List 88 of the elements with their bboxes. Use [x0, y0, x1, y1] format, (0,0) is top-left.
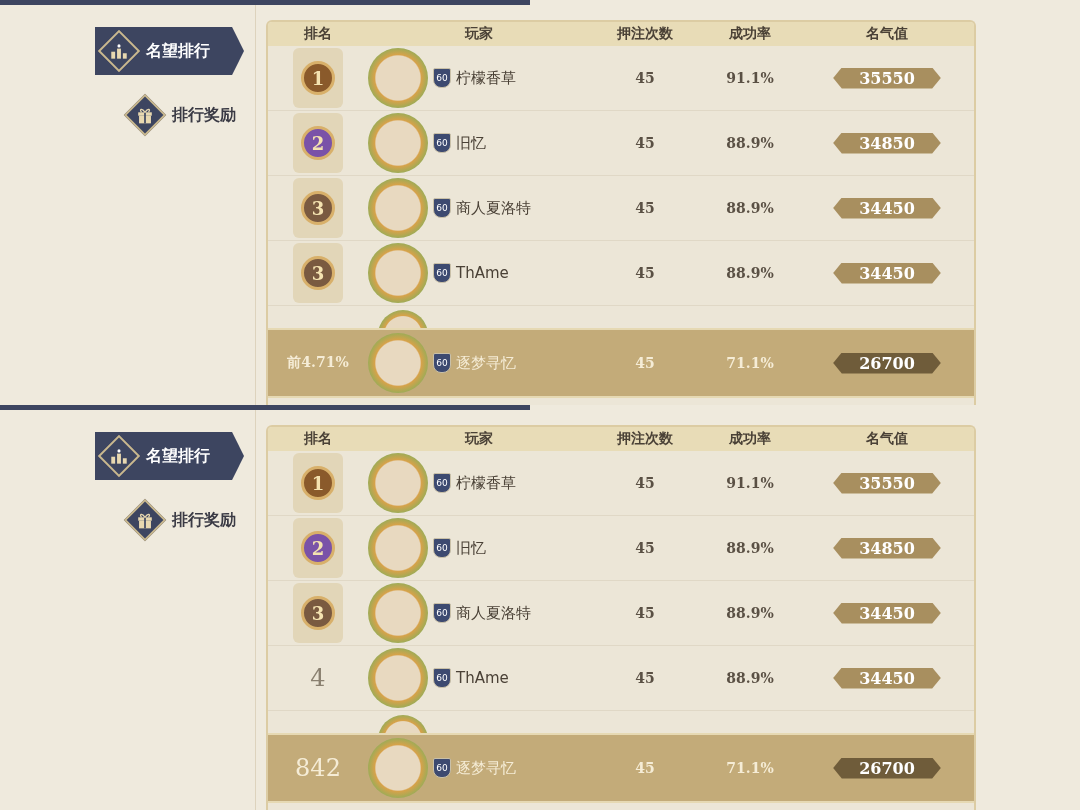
podium-icon [110, 447, 128, 465]
column-header: 名气值 [865, 25, 909, 43]
player-name: ThAme [456, 669, 509, 687]
column-header: 押注次数 [616, 430, 674, 448]
success-rate: 88.9% [726, 670, 774, 686]
bet-count: 45 [635, 605, 655, 621]
column-header: 押注次数 [616, 25, 674, 43]
success-rate: 88.9% [726, 200, 774, 216]
bet-count: 45 [635, 200, 655, 216]
success-rate: 88.9% [726, 265, 774, 281]
rank-medal: 3 [301, 256, 335, 290]
level-badge: 60 [433, 133, 451, 153]
nav-tab[interactable]: 排行奖励 [121, 496, 254, 544]
level-badge: 60 [433, 603, 451, 623]
bet-count: 45 [635, 265, 655, 281]
rank-medal: 2 [301, 531, 335, 565]
player-name: 柠檬香草 [456, 473, 516, 493]
bet-count: 45 [635, 70, 655, 86]
fame-score: 34850 [833, 132, 941, 154]
player-name: 旧忆 [456, 133, 486, 153]
fame-score: 34450 [833, 667, 941, 689]
rank-medal: 2 [301, 126, 335, 160]
bet-count: 45 [635, 135, 655, 151]
avatar [368, 648, 428, 708]
success-rate: 88.9% [726, 540, 774, 556]
fame-score: 26700 [833, 352, 941, 374]
player-name: 逐梦寻忆 [456, 758, 516, 778]
rank-text: 4 [310, 664, 326, 692]
fame-score: 34850 [833, 537, 941, 559]
column-header: 名气值 [865, 430, 909, 448]
success-rate: 88.9% [726, 135, 774, 151]
column-header: 排名 [303, 25, 333, 43]
rank-text: 842 [295, 754, 341, 782]
fame-score: 34450 [833, 602, 941, 624]
level-badge: 60 [433, 758, 451, 778]
nav-tab[interactable]: 排行奖励 [121, 91, 254, 139]
avatar [368, 48, 428, 108]
level-badge: 60 [433, 668, 451, 688]
player-name: 柠檬香草 [456, 68, 516, 88]
rank-medal: 3 [301, 191, 335, 225]
success-rate: 91.1% [726, 70, 774, 86]
rank-text: 前4.71% [287, 354, 349, 372]
column-header: 排名 [303, 430, 333, 448]
avatar [368, 518, 428, 578]
level-badge: 60 [433, 68, 451, 88]
fame-score: 26700 [833, 757, 941, 779]
player-name: 逐梦寻忆 [456, 353, 516, 373]
column-header: 玩家 [463, 25, 494, 43]
fame-score: 34450 [833, 262, 941, 284]
bet-count: 45 [635, 475, 655, 491]
nav-tab[interactable]: 名望排行 [95, 432, 244, 480]
avatar [368, 583, 428, 643]
avatar [368, 243, 428, 303]
nav-tab[interactable]: 名望排行 [95, 27, 244, 75]
fame-score: 34450 [833, 197, 941, 219]
success-rate: 71.1% [726, 760, 774, 776]
avatar [368, 113, 428, 173]
player-name: ThAme [456, 264, 509, 282]
level-badge: 60 [433, 538, 451, 558]
gift-icon [136, 106, 154, 124]
rank-medal: 1 [301, 61, 335, 95]
success-rate: 71.1% [726, 355, 774, 371]
avatar [368, 178, 428, 238]
success-rate: 88.9% [726, 605, 774, 621]
rank-medal: 3 [301, 596, 335, 630]
player-name: 旧忆 [456, 538, 486, 558]
level-badge: 60 [433, 353, 451, 373]
column-header: 成功率 [728, 430, 772, 448]
avatar [368, 738, 428, 798]
player-name: 商人夏洛特 [456, 198, 531, 218]
avatar [368, 333, 428, 393]
bet-count: 45 [635, 540, 655, 556]
bet-count: 45 [635, 760, 655, 776]
success-rate: 91.1% [726, 475, 774, 491]
rank-medal: 1 [301, 466, 335, 500]
avatar [368, 453, 428, 513]
fame-score: 35550 [833, 472, 941, 494]
level-badge: 60 [433, 473, 451, 493]
column-header: 成功率 [728, 25, 772, 43]
gift-icon [136, 511, 154, 529]
level-badge: 60 [433, 263, 451, 283]
level-badge: 60 [433, 198, 451, 218]
fame-score: 35550 [833, 67, 941, 89]
podium-icon [110, 42, 128, 60]
player-name: 商人夏洛特 [456, 603, 531, 623]
bet-count: 45 [635, 355, 655, 371]
bet-count: 45 [635, 670, 655, 686]
column-header: 玩家 [463, 430, 494, 448]
